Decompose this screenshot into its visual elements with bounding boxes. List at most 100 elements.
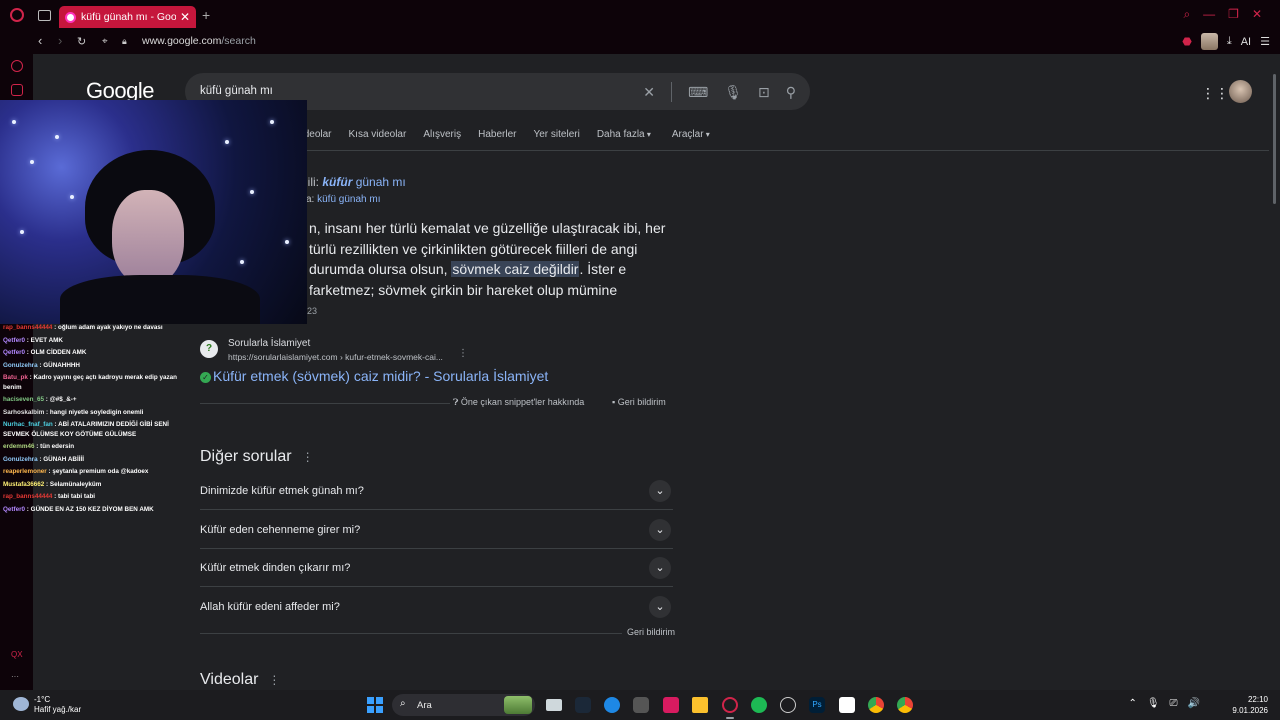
- volume-icon[interactable]: 🔊: [1188, 698, 1200, 709]
- page-scrollbar[interactable]: [1269, 54, 1280, 690]
- extensions-icon[interactable]: ⬣: [1182, 35, 1192, 48]
- tray-overflow-icon[interactable]: ⌃: [1128, 698, 1136, 709]
- taskbar-search[interactable]: ⌕ Ara: [392, 694, 535, 716]
- microphone-icon[interactable]: 🎙︎: [724, 84, 742, 101]
- photoshop-icon[interactable]: Ps: [809, 697, 825, 713]
- filter-news[interactable]: Haberler: [478, 129, 516, 140]
- paa-question-1[interactable]: Dinimizde küfür etmek günah mı? ⌄: [200, 472, 673, 510]
- paa-question-text[interactable]: Küfür eden cehenneme girer mi?: [200, 524, 360, 536]
- paa-question-4[interactable]: Allah küfür edeni affeder mi? ⌄: [200, 588, 673, 626]
- maximize-button[interactable]: ❐: [1228, 7, 1239, 22]
- feedback-link-2[interactable]: Geri bildirim: [627, 627, 675, 637]
- result-title-link[interactable]: ✓ Küfür etmek (sövmek) caiz midir? - Soru…: [200, 368, 548, 384]
- chevron-down-icon[interactable]: ⌄: [649, 557, 671, 579]
- paa-question-text[interactable]: Küfür etmek dinden çıkarır mı?: [200, 562, 350, 574]
- url-field[interactable]: www.google.com/search: [142, 35, 256, 47]
- filter-places[interactable]: Yer siteleri: [533, 129, 579, 140]
- related-bold[interactable]: küfür: [322, 175, 352, 189]
- app-icon[interactable]: [633, 697, 649, 713]
- related-link[interactable]: günah mı: [356, 175, 406, 189]
- browser-tab-active[interactable]: küfü günah mı - Google ✕: [59, 6, 196, 28]
- search-tabs-icon[interactable]: ⌕: [1183, 7, 1190, 22]
- tab-overview-icon[interactable]: [38, 10, 51, 21]
- ai-button[interactable]: AI: [1241, 36, 1251, 48]
- videos-more-icon[interactable]: ⋮: [268, 673, 280, 687]
- chat-username[interactable]: Qetfer0: [3, 506, 25, 513]
- keyboard-icon[interactable]: ⌨: [688, 84, 708, 101]
- media-app-icon[interactable]: [663, 697, 679, 713]
- close-window-button[interactable]: ✕: [1252, 7, 1262, 22]
- network-icon[interactable]: ⎚: [1170, 698, 1178, 709]
- paa-question-2[interactable]: Küfür eden cehenneme girer mi? ⌄: [200, 511, 673, 549]
- tab-close-icon[interactable]: ✕: [180, 10, 190, 24]
- chevron-down-icon[interactable]: ⌄: [649, 596, 671, 618]
- account-avatar[interactable]: [1229, 80, 1252, 103]
- taskbar-clock[interactable]: 22:10 9.01.2026: [1232, 694, 1268, 716]
- chat-username[interactable]: Nurhac_fnaf_fan: [3, 421, 53, 428]
- back-button[interactable]: ‹: [38, 33, 42, 48]
- clear-icon[interactable]: ✕: [643, 84, 655, 101]
- filter-short-videos[interactable]: Kısa videolar: [349, 129, 407, 140]
- opera-logo-icon[interactable]: [10, 8, 24, 22]
- filter-shopping[interactable]: Alışveriş: [423, 129, 461, 140]
- menu-icon[interactable]: ☰: [1260, 35, 1270, 48]
- chat-username[interactable]: haciseven_65: [3, 396, 44, 403]
- filter-tools[interactable]: Araçlar: [672, 129, 710, 140]
- reload-button[interactable]: ↻: [77, 35, 86, 48]
- chat-username[interactable]: reaperlemoner: [3, 468, 47, 475]
- source-name[interactable]: Sorularla İslamiyet: [228, 338, 310, 349]
- scrollbar-thumb[interactable]: [1273, 74, 1276, 204]
- chat-username[interactable]: rap_banns44444: [3, 324, 52, 331]
- source-url[interactable]: https://sorularlaislamiyet.com › kufur-e…: [228, 352, 443, 362]
- chrome-icon[interactable]: [868, 697, 884, 713]
- edge-like-icon[interactable]: [604, 697, 620, 713]
- sidebar-badge[interactable]: QX: [11, 650, 23, 659]
- workspace-icon[interactable]: [11, 84, 23, 96]
- about-snippets-link[interactable]: ❓︎ Öne çıkan snippet'ler hakkında: [453, 397, 584, 408]
- chat-username[interactable]: Qetfer0: [3, 337, 25, 344]
- capcut-icon[interactable]: [839, 697, 855, 713]
- result-title[interactable]: Küfür etmek (sövmek) caiz midir? - Sorul…: [213, 368, 548, 384]
- forward-button[interactable]: ›: [58, 33, 62, 48]
- paa-question-text[interactable]: Allah küfür edeni affeder mi?: [200, 601, 340, 613]
- chat-username[interactable]: Qetfer0: [3, 349, 25, 356]
- download-icon[interactable]: ⤓: [1227, 35, 1232, 48]
- source-more-icon[interactable]: ⋮: [458, 348, 468, 359]
- opera-gx-icon[interactable]: [722, 697, 738, 713]
- chrome-profile-icon[interactable]: [897, 697, 913, 713]
- paa-question-text[interactable]: Dinimizde küfür etmek günah mı?: [200, 485, 364, 497]
- search-input[interactable]: küfü günah mı: [200, 85, 273, 97]
- windows-taskbar: -1°C Hafif yağ./kar ⌕ Ara Ps ⌃ 🎙 ⎚ 🔊 22:…: [0, 690, 1280, 720]
- related-line2-link[interactable]: küfü günah mı: [317, 194, 380, 205]
- chevron-down-icon[interactable]: ⌄: [649, 519, 671, 541]
- search-icon[interactable]: ⚲: [786, 84, 796, 101]
- filter-more[interactable]: Daha fazla: [597, 129, 651, 140]
- profile-avatar[interactable]: [1200, 33, 1218, 50]
- chat-username[interactable]: Gonulzehra: [3, 362, 38, 369]
- lock-icon[interactable]: 🔒︎: [122, 36, 127, 47]
- weather-temp: -1°C: [34, 695, 51, 704]
- chat-username[interactable]: Mustafa36662: [3, 481, 44, 488]
- aria-icon[interactable]: [11, 60, 23, 72]
- microphone-tray-icon[interactable]: 🎙: [1147, 698, 1160, 709]
- chat-username[interactable]: Sarhoskalbim: [3, 409, 44, 416]
- feedback-link[interactable]: ▪ Geri bildirim: [612, 397, 666, 407]
- sidebar-more-icon[interactable]: ···: [11, 672, 19, 681]
- file-explorer-icon[interactable]: [692, 697, 708, 713]
- paa-question-3[interactable]: Küfür etmek dinden çıkarır mı? ⌄: [200, 549, 673, 587]
- task-view-icon[interactable]: [546, 699, 562, 711]
- location-pin-icon[interactable]: ⌖: [102, 36, 108, 47]
- chat-username[interactable]: Gonulzehra: [3, 456, 38, 463]
- start-button[interactable]: [367, 697, 383, 713]
- chevron-down-icon[interactable]: ⌄: [649, 480, 671, 502]
- new-tab-button[interactable]: +: [202, 7, 210, 23]
- chat-username[interactable]: rap_banns44444: [3, 493, 52, 500]
- lens-icon[interactable]: ⊡: [758, 84, 770, 101]
- minimize-button[interactable]: —: [1203, 7, 1215, 22]
- game-app-icon[interactable]: [780, 697, 796, 713]
- steam-icon[interactable]: [575, 697, 591, 713]
- paa-more-icon[interactable]: ⋮: [302, 450, 314, 464]
- chat-username[interactable]: Batu_pk: [3, 374, 28, 381]
- chat-username[interactable]: erdemm46: [3, 443, 35, 450]
- spotify-icon[interactable]: [751, 697, 767, 713]
